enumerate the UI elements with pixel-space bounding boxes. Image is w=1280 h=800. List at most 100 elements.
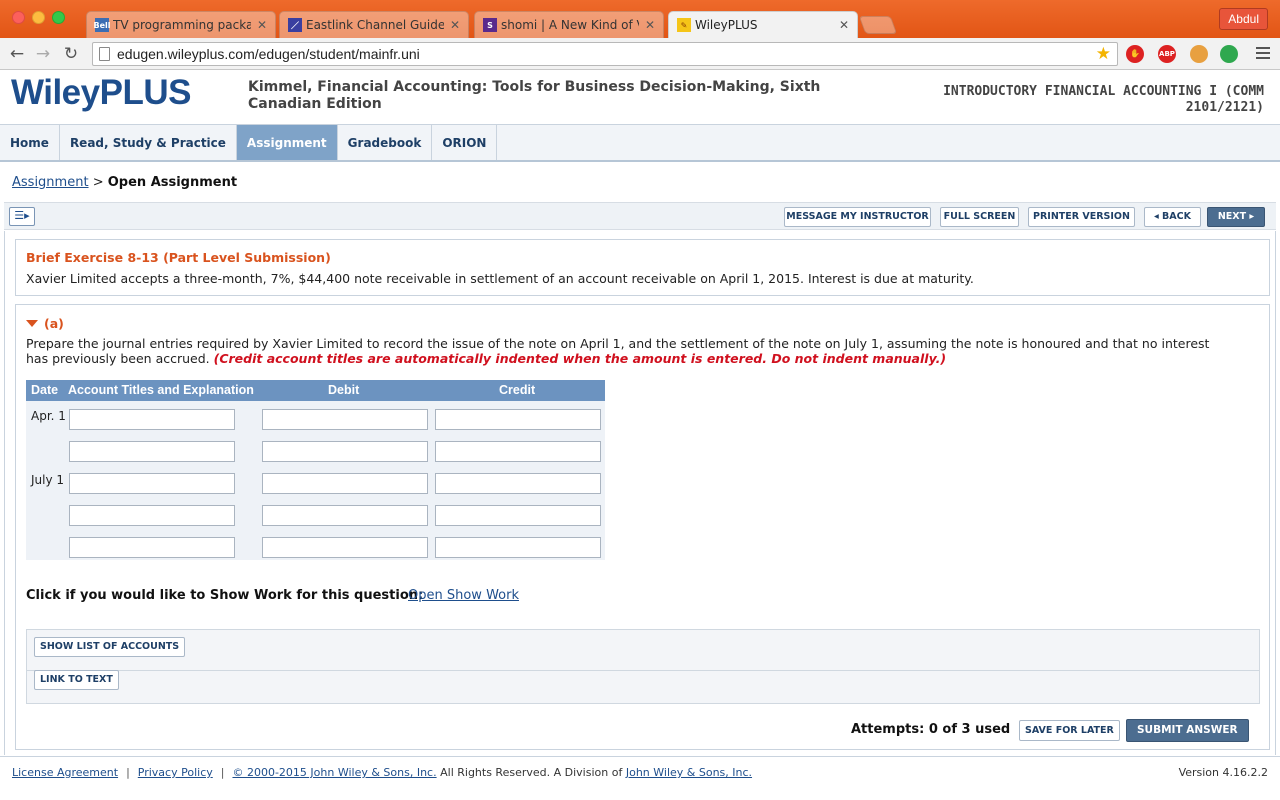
next-button[interactable]: NEXT ▸ bbox=[1207, 207, 1265, 227]
header-credit: Credit bbox=[499, 383, 536, 397]
full-screen-button[interactable]: FULL SCREEN bbox=[940, 207, 1019, 227]
question-tools-box: SHOW LIST OF ACCOUNTS LINK TO TEXT bbox=[26, 629, 1260, 704]
journal-table-body: Apr. 1 July 1 bbox=[26, 401, 605, 560]
new-extension-icon[interactable] bbox=[1220, 45, 1238, 63]
close-tab-icon[interactable]: ✕ bbox=[839, 18, 849, 32]
wileyplus-favicon-icon: ✎ bbox=[677, 18, 691, 32]
breadcrumb-assignment-link[interactable]: Assignment bbox=[12, 175, 89, 190]
credit-input[interactable] bbox=[435, 537, 601, 558]
debit-input[interactable] bbox=[262, 441, 428, 462]
site-header: WileyPLUS Kimmel, Financial Accounting: … bbox=[0, 70, 1280, 124]
debit-input[interactable] bbox=[262, 505, 428, 526]
wileyplus-logo[interactable]: WileyPLUS bbox=[11, 73, 191, 113]
account-title-input[interactable] bbox=[69, 505, 235, 526]
breadcrumb-separator: > bbox=[92, 175, 104, 190]
credit-input[interactable] bbox=[435, 473, 601, 494]
attempts-counter: Attempts: 0 of 3 used bbox=[851, 722, 1011, 737]
show-list-of-accounts-button[interactable]: SHOW LIST OF ACCOUNTS bbox=[34, 637, 186, 657]
link-to-text-button[interactable]: LINK TO TEXT bbox=[34, 670, 119, 690]
header-date: Date bbox=[31, 383, 59, 397]
browser-tab[interactable]: ／ Eastlink Channel Guide – E ✕ bbox=[279, 11, 469, 38]
browser-tab-strip: Bell TV programming packages ✕ ／ Eastlin… bbox=[0, 0, 1280, 38]
rights-text: All Rights Reserved. A Division of bbox=[440, 766, 623, 779]
page-icon bbox=[99, 47, 110, 61]
stop-extension-icon[interactable]: ✋ bbox=[1126, 45, 1144, 63]
part-instructions: Prepare the journal entries required by … bbox=[26, 336, 1226, 366]
debit-input[interactable] bbox=[262, 473, 428, 494]
close-tab-icon[interactable]: ✕ bbox=[450, 18, 460, 32]
back-button[interactable]: ◂ BACK bbox=[1144, 207, 1201, 227]
collapse-triangle-icon bbox=[26, 320, 38, 327]
date-apr-1: Apr. 1 bbox=[31, 409, 66, 423]
new-tab-button[interactable] bbox=[858, 16, 898, 34]
tab-title: WileyPLUS bbox=[695, 18, 758, 32]
toggle-panel-icon[interactable]: ☰▸ bbox=[9, 207, 35, 226]
page-footer: License Agreement | Privacy Policy | © 2000-… bbox=[0, 756, 1280, 800]
footer-separator: | bbox=[126, 766, 130, 779]
nav-home[interactable]: Home bbox=[0, 125, 60, 160]
printer-version-button[interactable]: PRINTER VERSION bbox=[1028, 207, 1135, 227]
question-box: Brief Exercise 8-13 (Part Level Submissi… bbox=[15, 239, 1270, 296]
journal-entry-table: Date Account Titles and Explanation Debi… bbox=[26, 380, 605, 560]
footer-links: License Agreement | Privacy Policy | © 2000-… bbox=[12, 766, 752, 779]
assignment-action-bar: ☰▸ MESSAGE MY INSTRUCTOR FULL SCREEN PRI… bbox=[4, 202, 1276, 230]
tab-title: TV programming packages bbox=[113, 18, 251, 32]
bell-favicon-icon: Bell bbox=[94, 18, 111, 32]
credit-input[interactable] bbox=[435, 505, 601, 526]
part-label-text: (a) bbox=[44, 316, 64, 331]
company-link[interactable]: John Wiley & Sons, Inc. bbox=[626, 766, 752, 779]
nav-read-study-practice[interactable]: Read, Study & Practice bbox=[60, 125, 237, 160]
browser-tab[interactable]: Bell TV programming packages ✕ bbox=[86, 11, 276, 38]
back-arrow-icon[interactable]: ← bbox=[6, 43, 28, 65]
main-nav: Home Read, Study & Practice Assignment G… bbox=[0, 124, 1280, 162]
forward-arrow-icon[interactable]: → bbox=[32, 43, 54, 65]
browser-tab[interactable]: S shomi | A New Kind of Vide ✕ bbox=[474, 11, 664, 38]
close-tab-icon[interactable]: ✕ bbox=[257, 18, 267, 32]
book-title: Kimmel, Financial Accounting: Tools for … bbox=[248, 79, 821, 112]
credit-input[interactable] bbox=[435, 409, 601, 430]
part-a-box: (a) Prepare the journal entries required… bbox=[15, 304, 1270, 750]
course-title: INTRODUCTORY FINANCIAL ACCOUNTING I (COM… bbox=[943, 84, 1264, 115]
tools-divider bbox=[27, 670, 1259, 671]
browser-toolbar: ← → ↻ edugen.wileyplus.com/edugen/studen… bbox=[0, 38, 1280, 70]
nav-gradebook[interactable]: Gradebook bbox=[338, 125, 433, 160]
submit-answer-button[interactable]: SUBMIT ANSWER bbox=[1126, 719, 1249, 742]
header-account: Account Titles and Explanation bbox=[68, 383, 254, 397]
bookmark-star-icon[interactable]: ★ bbox=[1096, 43, 1111, 65]
close-window-button[interactable] bbox=[12, 11, 25, 24]
open-show-work-link[interactable]: Open Show Work bbox=[408, 588, 519, 603]
account-title-input[interactable] bbox=[69, 537, 235, 558]
account-title-input[interactable] bbox=[69, 409, 235, 430]
message-instructor-button[interactable]: MESSAGE MY INSTRUCTOR bbox=[784, 207, 931, 227]
close-tab-icon[interactable]: ✕ bbox=[645, 18, 655, 32]
nav-orion[interactable]: ORION bbox=[432, 125, 498, 160]
debit-input[interactable] bbox=[262, 537, 428, 558]
address-bar[interactable]: edugen.wileyplus.com/edugen/student/main… bbox=[92, 42, 1118, 66]
tab-title: Eastlink Channel Guide – E bbox=[306, 18, 444, 32]
breadcrumb-current: Open Assignment bbox=[107, 175, 238, 190]
reload-icon[interactable]: ↻ bbox=[60, 43, 82, 65]
date-july-1: July 1 bbox=[31, 473, 65, 487]
account-title-input[interactable] bbox=[69, 441, 235, 462]
profile-button[interactable]: Abdul bbox=[1219, 8, 1268, 30]
license-agreement-link[interactable]: License Agreement bbox=[12, 766, 118, 779]
minimize-window-button[interactable] bbox=[32, 11, 45, 24]
browser-menu-icon[interactable] bbox=[1256, 47, 1270, 61]
debit-input[interactable] bbox=[262, 409, 428, 430]
browser-tab-active[interactable]: ✎ WileyPLUS ✕ bbox=[668, 11, 858, 38]
adblock-extension-icon[interactable]: ABP bbox=[1158, 45, 1176, 63]
breadcrumb: Assignment > Open Assignment bbox=[12, 175, 237, 190]
credit-input[interactable] bbox=[435, 441, 601, 462]
off-extension-icon[interactable] bbox=[1190, 45, 1208, 63]
account-title-input[interactable] bbox=[69, 473, 235, 494]
copyright-link[interactable]: © 2000-2015 John Wiley & Sons, Inc. bbox=[232, 766, 436, 779]
url-text: edugen.wileyplus.com/edugen/student/main… bbox=[117, 46, 420, 62]
indent-note: (Credit account titles are automatically… bbox=[213, 351, 947, 366]
version-text: Version 4.16.2.2 bbox=[1178, 766, 1268, 779]
part-a-label[interactable]: (a) bbox=[26, 316, 64, 331]
header-debit: Debit bbox=[328, 383, 360, 397]
nav-assignment[interactable]: Assignment bbox=[236, 125, 338, 160]
save-for-later-button[interactable]: SAVE FOR LATER bbox=[1019, 720, 1120, 741]
zoom-window-button[interactable] bbox=[52, 11, 65, 24]
privacy-policy-link[interactable]: Privacy Policy bbox=[138, 766, 213, 779]
